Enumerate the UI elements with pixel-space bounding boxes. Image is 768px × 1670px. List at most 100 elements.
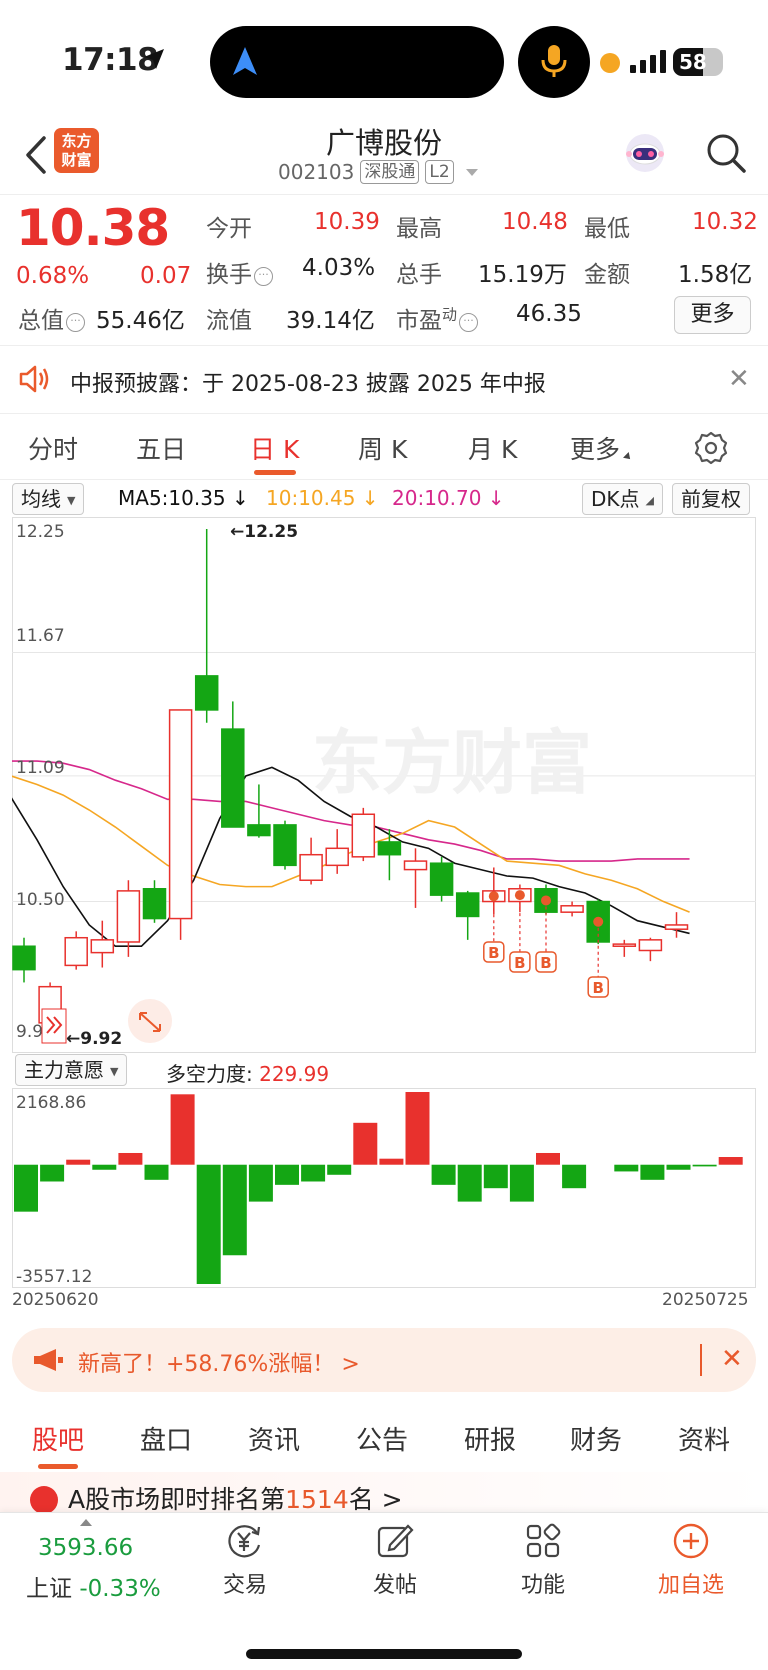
bar-negative [301,1164,326,1182]
signal-dot [593,916,604,927]
rank-suffix: 名 > [348,1485,403,1512]
ma-select-label: 均线 [21,487,61,511]
expand-up-icon[interactable] [80,1519,92,1526]
new-high-banner[interactable]: 新高了！+58.76%涨幅！ > ✕ [12,1328,756,1392]
mktcap-label[interactable]: 总值 ··· [18,301,85,335]
candle-body [168,709,193,920]
ytick-label: 10.50 [16,890,65,910]
high-value: 10.48 [502,209,568,235]
buy-signal: B [509,890,531,973]
status-bar: 17:18 58 [0,0,768,120]
candle-body [116,890,141,943]
signal-dot [541,895,551,906]
location-arrow-icon [144,49,164,69]
tab-intraday[interactable]: 分时 [28,430,78,466]
candle-body [638,939,663,952]
signal-label: B [540,954,551,972]
sub-indicator-name: 主力意愿 [24,1058,104,1082]
dynamic-island[interactable] [210,26,504,98]
bar-positive [66,1159,91,1165]
dk-point-button[interactable]: DK点 ◢ [582,483,663,515]
gear-icon[interactable] [694,431,728,465]
yuan-exchange-icon [228,1525,261,1558]
tab-weekly-k[interactable]: 周 K [358,430,407,466]
bar-negative [483,1164,508,1189]
candlestick-chart[interactable]: 东方财富 BB BB 12.25 11.67 11.09 10.50 9.92 ←… [12,517,756,1053]
watermark-logo: 东方财富 [312,722,592,804]
divider [700,1344,702,1376]
end-date-label: 20250725 [662,1290,749,1310]
nav-post[interactable]: 发帖 [350,1523,440,1599]
candle-up [638,937,663,962]
tab-profile[interactable]: 资料 [678,1420,730,1457]
nav-functions[interactable]: 功能 [498,1523,588,1599]
ma10-label: 10:10.45 ↓ [266,486,379,510]
bar-negative [562,1164,587,1189]
candle-up [560,901,584,917]
candle-body [90,939,115,954]
info-icon[interactable]: ··· [254,267,273,286]
app-logo[interactable]: 东方财富 [54,128,99,173]
candle-up [64,931,88,970]
candle-up [351,807,376,862]
tab-news[interactable]: 资讯 [248,1420,300,1457]
double-chevron-icon[interactable] [41,1008,67,1044]
speaker-icon [19,365,49,393]
tab-more[interactable]: 更多 [570,430,633,466]
rank-prefix: A股市场即时排名第 [68,1485,286,1512]
tab-pankou[interactable]: 盘口 [140,1420,192,1457]
adjust-button[interactable]: 前复权 [672,483,750,515]
index-value[interactable]: 3593.66 [38,1535,133,1561]
info-icon[interactable]: ··· [459,313,479,332]
bar-negative [640,1164,665,1180]
back-icon[interactable] [18,132,58,178]
level2-tag: L2 [425,160,454,184]
candle-body [403,860,428,871]
info-icon[interactable]: ··· [66,313,85,332]
tab-daily-k[interactable]: 日 K [250,430,299,466]
turnover-label[interactable]: 换手 ··· [206,255,273,289]
disclosure-notice[interactable]: 中报预披露：于 2025-08-23 披露 2025 年中报 ✕ [0,346,768,414]
max-price-label: ←12.25 [230,522,298,542]
main-force-bar-chart[interactable]: 2168.86 -3557.12 [12,1088,756,1288]
stock-header: 广博股份 东方财富 002103 深股通 L2 [0,120,768,194]
tab-research[interactable]: 研报 [464,1420,516,1457]
mktcap-value: 55.46亿 [96,308,185,334]
tab-finance[interactable]: 财务 [570,1420,622,1457]
corner-triangle-icon [623,452,633,462]
nav-add-watchlist[interactable]: 加自选 [646,1523,736,1599]
nav-trade[interactable]: 交易 [200,1523,290,1599]
add-circle-icon [673,1523,709,1559]
microphone-indicator[interactable] [518,26,590,98]
close-icon[interactable]: ✕ [721,1344,743,1374]
bar-negative [144,1164,169,1180]
candle-body [664,924,689,930]
expand-chart-icon[interactable] [128,999,172,1043]
logo-text: 东方财富 [61,132,92,169]
bar-negative [92,1164,117,1170]
high-label: 最高 [396,216,442,242]
close-icon[interactable]: ✕ [728,364,750,394]
more-quote-button[interactable]: 更多 [674,296,751,334]
candle-down [377,829,402,881]
tab-five-day[interactable]: 五日 [136,430,186,466]
sub-indicator-select[interactable]: 主力意愿 ▼ [15,1054,128,1086]
bar-negative [327,1164,352,1175]
bar-positive [536,1152,560,1165]
bar-positive [118,1152,143,1165]
tab-announcements[interactable]: 公告 [356,1420,408,1457]
pe-label[interactable]: 市盈动 ··· [396,301,479,335]
dropdown-caret-icon: ▼ [67,494,76,507]
home-indicator [246,1649,522,1659]
index-name[interactable]: 上证 -0.33% [26,1569,161,1603]
quote-panel: 10.38 0.68% 0.07 今开 10.39 最高 10.48 最低 10… [0,194,768,346]
expand-caret-icon[interactable] [465,168,478,176]
assistant-robot-icon[interactable] [622,130,668,176]
index-change: -0.33% [79,1576,161,1602]
tab-monthly-k[interactable]: 月 K [468,430,517,466]
index-name-text: 上证 [26,1576,72,1602]
ma-select[interactable]: 均线 ▼ [12,483,85,515]
market-rank-strip[interactable]: A股市场即时排名第1514名 > [0,1472,768,1512]
search-icon[interactable] [705,132,747,174]
tab-guba[interactable]: 股吧 [32,1420,84,1457]
